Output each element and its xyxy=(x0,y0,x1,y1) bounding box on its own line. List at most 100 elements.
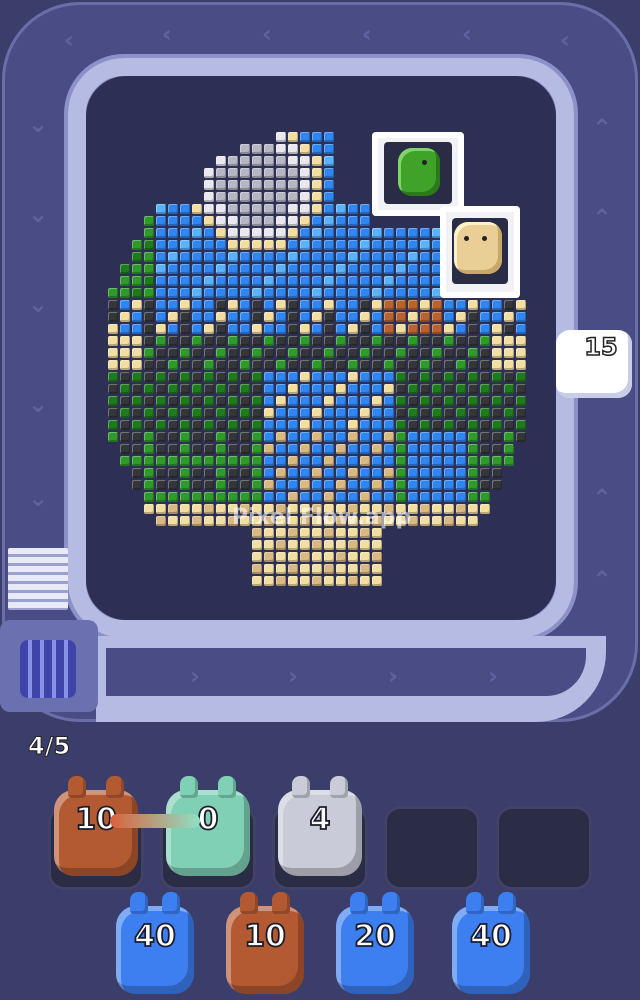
art-pixel xyxy=(204,372,214,382)
art-pixel xyxy=(516,420,526,430)
art-pixel xyxy=(240,276,250,286)
art-pixel xyxy=(492,480,502,490)
art-pixel xyxy=(276,564,286,574)
green-critter-icon[interactable] xyxy=(398,148,440,196)
slot-unit-3-count: 4 xyxy=(309,802,332,838)
art-pixel xyxy=(468,300,478,310)
art-pixel xyxy=(432,372,442,382)
art-pixel xyxy=(240,144,250,154)
art-pixel xyxy=(372,576,382,586)
art-pixel xyxy=(156,264,166,274)
art-pixel xyxy=(132,384,142,394)
art-pixel xyxy=(204,228,214,238)
art-pixel xyxy=(132,264,142,274)
art-pixel xyxy=(120,360,130,370)
art-pixel xyxy=(168,312,178,322)
art-pixel xyxy=(132,444,142,454)
art-pixel xyxy=(144,288,154,298)
art-pixel xyxy=(336,576,346,586)
art-pixel xyxy=(240,324,250,334)
art-pixel xyxy=(216,312,226,322)
art-pixel xyxy=(348,252,358,262)
art-pixel xyxy=(408,228,418,238)
art-pixel xyxy=(180,408,190,418)
art-pixel xyxy=(360,456,370,466)
art-pixel xyxy=(324,456,334,466)
unit-ear xyxy=(130,892,148,914)
art-pixel xyxy=(372,372,382,382)
art-pixel xyxy=(204,300,214,310)
art-pixel xyxy=(372,240,382,250)
art-pixel xyxy=(276,432,286,442)
art-pixel xyxy=(276,468,286,478)
art-pixel xyxy=(216,408,226,418)
art-pixel xyxy=(240,360,250,370)
art-pixel xyxy=(168,396,178,406)
art-pixel xyxy=(132,456,142,466)
holding-slot-4[interactable] xyxy=(384,806,480,890)
unit-ear xyxy=(240,892,258,914)
art-pixel xyxy=(252,180,262,190)
art-pixel xyxy=(180,264,190,274)
art-pixel xyxy=(108,432,118,442)
art-pixel xyxy=(240,480,250,490)
art-pixel xyxy=(480,420,490,430)
art-pixel xyxy=(396,396,406,406)
art-pixel xyxy=(132,252,142,262)
art-pixel xyxy=(264,540,274,550)
art-pixel xyxy=(492,456,502,466)
art-pixel xyxy=(156,228,166,238)
art-pixel xyxy=(312,348,322,358)
art-pixel xyxy=(480,408,490,418)
art-pixel xyxy=(408,300,418,310)
art-pixel xyxy=(300,204,310,214)
art-pixel xyxy=(396,492,406,502)
art-pixel xyxy=(228,432,238,442)
art-pixel xyxy=(492,336,502,346)
tan-critter-icon[interactable] xyxy=(454,222,502,274)
art-pixel xyxy=(444,444,454,454)
art-pixel xyxy=(492,372,502,382)
art-pixel xyxy=(360,492,370,502)
art-pixel xyxy=(324,348,334,358)
art-pixel xyxy=(348,480,358,490)
art-pixel xyxy=(420,300,430,310)
holding-slot-5[interactable] xyxy=(496,806,592,890)
art-pixel xyxy=(288,276,298,286)
art-pixel xyxy=(324,336,334,346)
art-pixel xyxy=(240,456,250,466)
art-pixel xyxy=(264,348,274,358)
art-pixel xyxy=(192,336,202,346)
art-pixel xyxy=(492,348,502,358)
art-pixel xyxy=(300,180,310,190)
art-pixel xyxy=(252,204,262,214)
art-pixel xyxy=(252,228,262,238)
art-pixel xyxy=(228,180,238,190)
art-pixel xyxy=(300,336,310,346)
art-pixel xyxy=(156,360,166,370)
art-pixel xyxy=(216,228,226,238)
art-pixel xyxy=(168,456,178,466)
art-pixel xyxy=(288,252,298,262)
art-pixel xyxy=(384,300,394,310)
art-pixel xyxy=(180,420,190,430)
art-pixel xyxy=(276,540,286,550)
art-pixel xyxy=(300,360,310,370)
art-pixel xyxy=(276,480,286,490)
art-pixel xyxy=(276,372,286,382)
art-pixel xyxy=(300,312,310,322)
art-pixel xyxy=(348,216,358,226)
art-pixel xyxy=(240,288,250,298)
art-pixel xyxy=(288,384,298,394)
art-pixel xyxy=(420,276,430,286)
art-pixel xyxy=(504,348,514,358)
art-pixel xyxy=(348,240,358,250)
art-pixel xyxy=(264,480,274,490)
art-pixel xyxy=(300,240,310,250)
art-pixel xyxy=(120,384,130,394)
art-pixel xyxy=(396,324,406,334)
art-pixel xyxy=(504,396,514,406)
art-pixel xyxy=(336,468,346,478)
art-pixel xyxy=(468,408,478,418)
art-pixel xyxy=(444,336,454,346)
